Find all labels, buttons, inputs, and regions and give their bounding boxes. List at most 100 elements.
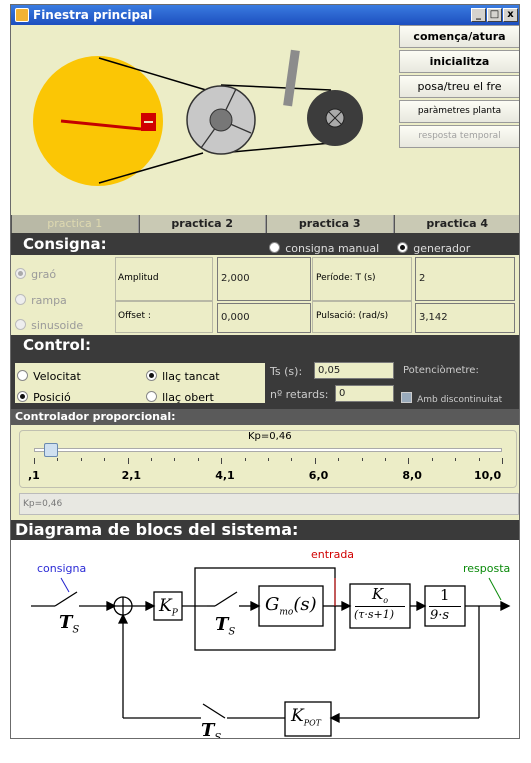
kp-slider-minor-tick (268, 458, 269, 461)
integrator-denominator: 9·s (430, 608, 450, 623)
maximize-button[interactable]: □ (487, 8, 502, 22)
kp-slider-minor-tick (338, 458, 340, 461)
plant-animation (11, 25, 399, 215)
start-stop-button[interactable]: començа/atura (399, 25, 519, 48)
sampling-label-2: TS (215, 614, 236, 638)
potentiometer-label: Potenciòmetre: (403, 365, 479, 376)
discontinuity-checkbox[interactable]: Amb discontinuitat (401, 387, 502, 406)
delays-label: nº retards: (270, 388, 329, 401)
tab-practica-3[interactable]: practica 3 (266, 215, 394, 233)
control-buttons: començа/atura inicialitza posa/treu el f… (399, 25, 519, 150)
middle-pulley (186, 85, 256, 155)
diagram-header: Diagrama de blocs del sistema: (11, 520, 519, 540)
kp-slider-minor-tick (80, 458, 82, 461)
kp-slider-minor-tick (244, 458, 246, 461)
kpot-block: KPOT (291, 706, 321, 728)
control-title: Control: (23, 336, 92, 354)
kp-status-field: Kp=0,46 (19, 493, 519, 515)
gmo-block: Gmo(s) (265, 594, 317, 618)
kp-slider-minor-tick (104, 458, 106, 461)
k0-numerator: Ko (372, 585, 389, 605)
kp-slider-tick-label: 2,1 (121, 469, 142, 482)
tab-practica-4[interactable]: practica 4 (393, 215, 519, 233)
delays-field[interactable]: 0 (335, 385, 394, 402)
kp-slider-minor-tick (174, 458, 176, 461)
position-radio[interactable]: Posició (17, 386, 71, 405)
kp-slider-thumb[interactable] (44, 443, 59, 457)
ts-label: Ts (s): (270, 365, 303, 378)
potentiometer-arm (283, 49, 300, 107)
closed-loop-radio[interactable]: llaç tancat (146, 365, 220, 384)
window-title: Finestra principal (33, 8, 153, 22)
diagram-title: Diagrama de blocs del sistema: (15, 520, 299, 539)
ramp-radio[interactable]: rampa (15, 289, 67, 308)
kp-slider-tick-label: 6,0 (308, 469, 329, 482)
kp-slider-minor-tick (127, 458, 129, 464)
kp-slider-minor-tick (431, 458, 433, 461)
consigna-title: Consigna: (23, 235, 107, 253)
controller-header: Controlador proporcional: (11, 409, 519, 425)
generator-radio[interactable]: generador (397, 238, 470, 256)
step-radio[interactable]: graó (15, 263, 56, 282)
belt2-top (220, 84, 332, 91)
kp-slider-minor-tick (408, 458, 410, 464)
kp-slider-minor-tick (57, 458, 59, 461)
time-response-button[interactable]: resposta temporal (399, 125, 519, 148)
practice-tabs: practica 1 practica 2 practica 3 practic… (11, 215, 519, 233)
kp-slider-minor-tick (455, 458, 457, 461)
amplitude-field[interactable]: 2,000 (217, 257, 311, 301)
minimize-button[interactable]: _ (471, 8, 486, 22)
manual-setpoint-radio[interactable]: consigna manual (269, 238, 379, 256)
consigna-header: Consigna: consigna manual generador (11, 233, 519, 256)
open-loop-radio[interactable]: llaç obert (146, 386, 214, 405)
first-order-denominator: (τ·s+1) (354, 608, 395, 621)
kp-slider-minor-tick (314, 458, 316, 464)
kp-slider-tick-label: 10,0 (474, 469, 502, 482)
sampling-label-3: TS (201, 720, 222, 739)
sinusoid-radio[interactable]: sinusoide (15, 314, 83, 333)
kp-slider-tick-label: 8,0 (402, 469, 422, 482)
controller-title: Controlador proporcional: (15, 410, 176, 423)
offset-label: Offset : (118, 311, 151, 321)
period-field[interactable]: 2 (415, 257, 515, 301)
kp-slider-minor-tick (34, 458, 35, 464)
offset-field[interactable]: 0,000 (217, 303, 311, 333)
kp-slider-minor-tick (502, 458, 503, 464)
input-label: entrada (311, 548, 355, 561)
kp-slider-tick-label: ,1 (28, 469, 40, 482)
integrator-numerator: 1 (440, 586, 450, 604)
kp-slider-minor-tick (361, 458, 363, 461)
block-diagram: consigna entrada resposta TS KP TS Gmo(s… (11, 540, 519, 739)
output-label: resposta (463, 562, 511, 575)
period-label: Període: T (s) (316, 273, 376, 283)
pulsation-label: Pulsació: (rad/s) (316, 311, 389, 321)
kp-slider-track (34, 448, 502, 452)
kp-slider-minor-tick (151, 458, 152, 461)
ts-field[interactable]: 0,05 (314, 362, 394, 379)
kp-slider-minor-tick (478, 458, 480, 461)
pulsation-field[interactable]: 3,142 (415, 303, 515, 333)
plant-drawing (33, 49, 363, 186)
kp-slider-minor-tick (221, 458, 223, 464)
close-button[interactable]: x (503, 8, 518, 22)
kp-slider-minor-tick (197, 458, 199, 461)
velocity-radio[interactable]: Velocitat (17, 365, 81, 384)
java-app-icon (15, 8, 29, 22)
kp-slider-minor-tick (291, 458, 293, 461)
sampling-label-1: TS (59, 612, 80, 636)
tab-practica-2[interactable]: practica 2 (138, 215, 266, 233)
kp-slider-tick-label: 4,1 (215, 469, 235, 482)
amplitude-label: Amplitud (118, 273, 159, 283)
kp-slider-minor-tick (385, 458, 386, 461)
kp-slider-label: Kp=0,46 (248, 431, 292, 442)
output-pulley (307, 90, 363, 146)
tab-practica-1[interactable]: practica 1 (11, 215, 139, 233)
title-bar: Finestra principal _ □ x (11, 5, 519, 25)
plant-parameters-button[interactable]: paràmetres planta (399, 100, 519, 123)
setpoint-label: consigna (37, 562, 87, 575)
kp-slider-panel: Kp=0,46 ,1 2,1 4,1 6,0 8,0 10,0 (19, 430, 517, 488)
initialize-button[interactable]: inicialitza (399, 50, 519, 73)
control-header: Control: (11, 335, 519, 355)
brake-toggle-button[interactable]: posa/treu el fre (399, 75, 519, 98)
kp-block: KP (159, 596, 178, 619)
